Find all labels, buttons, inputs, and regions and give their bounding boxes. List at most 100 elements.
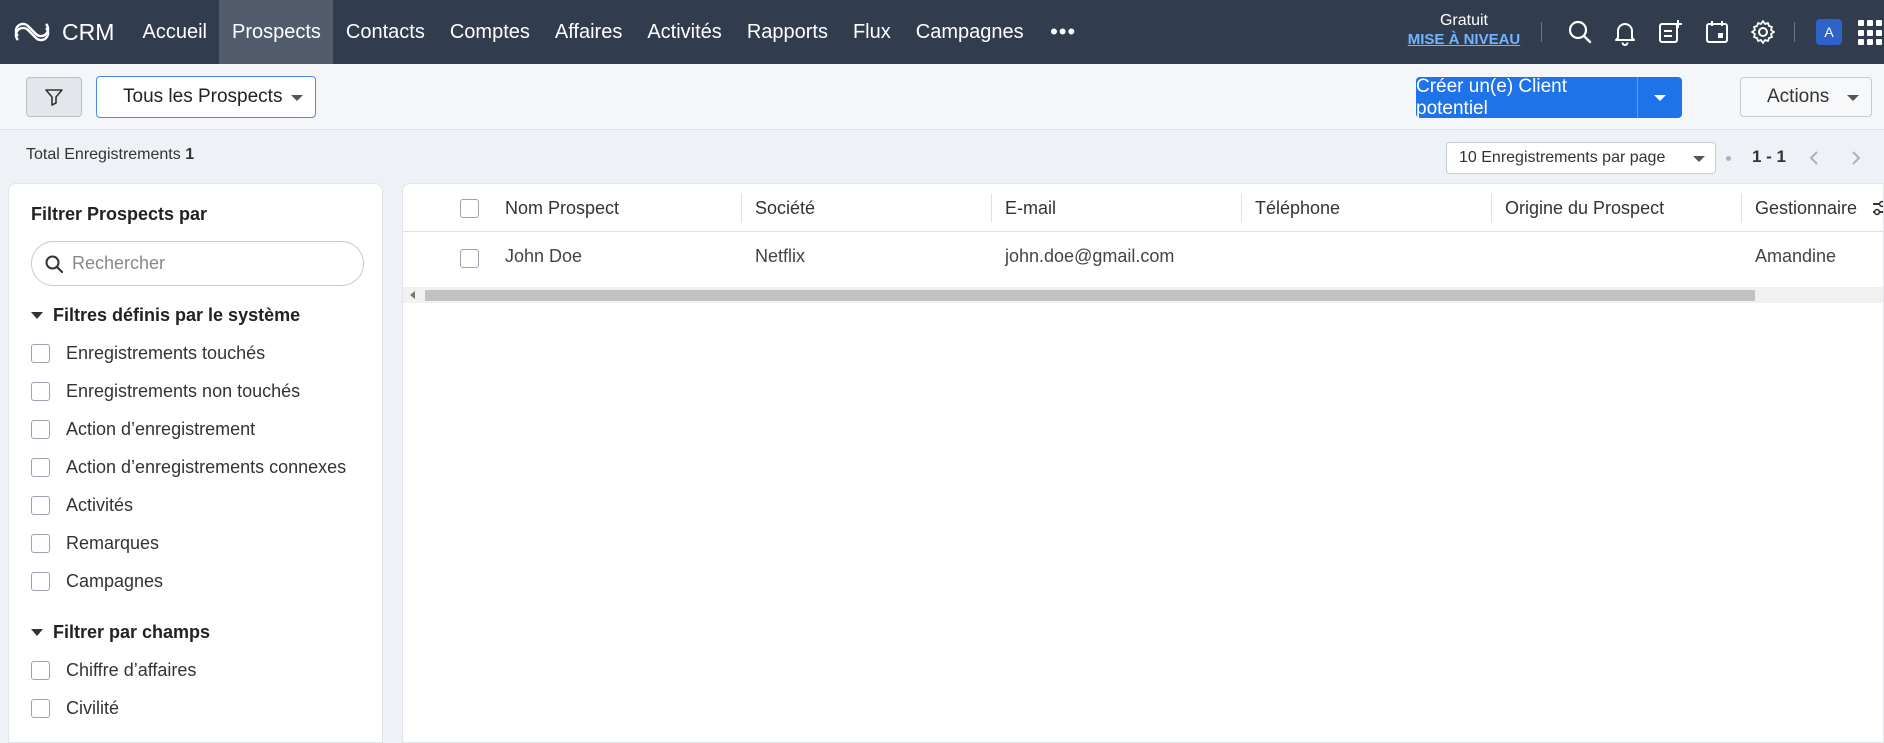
- user-avatar[interactable]: A: [1816, 19, 1842, 45]
- filter-toggle-button[interactable]: [26, 77, 82, 117]
- notification-bell-icon[interactable]: [1611, 18, 1639, 46]
- split-divider: [1637, 77, 1638, 118]
- column-header-lead-source[interactable]: Origine du Prospect: [1503, 184, 1664, 232]
- cell-company: Netflix: [755, 246, 806, 266]
- filter-item-related-records-action[interactable]: Action d’enregistrements connexes: [31, 457, 346, 478]
- search-icon: [45, 255, 64, 274]
- brand[interactable]: CRM: [0, 0, 130, 64]
- select-all-checkbox[interactable]: [460, 199, 479, 218]
- create-lead-button[interactable]: Créer un(e) Client potentiel: [1416, 75, 1682, 119]
- cell-email[interactable]: john.doe@gmail.com: [1005, 246, 1174, 267]
- checkbox[interactable]: [31, 382, 50, 401]
- column-header-email[interactable]: E-mail: [1003, 184, 1056, 232]
- collapse-triangle-icon: [31, 312, 43, 319]
- plan-label: Gratuit: [1439, 12, 1488, 29]
- nav-item-flux[interactable]: Flux: [840, 0, 903, 64]
- top-navigation-bar: CRM Accueil Prospects Contacts Comptes A…: [0, 0, 1884, 64]
- plan-info: Gratuit MISE À NIVEAU: [1400, 12, 1528, 50]
- filter-search-placeholder: Rechercher: [72, 253, 166, 273]
- checkbox[interactable]: [31, 344, 50, 363]
- column-header-phone[interactable]: Téléphone: [1253, 184, 1340, 232]
- chevron-down-icon: [291, 95, 303, 101]
- pagination-range: 1 - 1: [1752, 147, 1787, 166]
- scrollbar-thumb[interactable]: [425, 290, 1755, 301]
- filter-search-input[interactable]: Rechercher: [31, 241, 364, 286]
- column-header-owner[interactable]: Gestionnaire: [1753, 184, 1857, 232]
- actions-button[interactable]: Actions: [1740, 77, 1872, 117]
- total-records-label: Total Enregistrements: [26, 146, 181, 163]
- nav-item-affaires[interactable]: Affaires: [542, 0, 634, 64]
- checkbox[interactable]: [31, 496, 50, 515]
- filter-panel-title: Filtrer Prospects par: [31, 204, 208, 224]
- nav-item-accueil[interactable]: Accueil: [130, 0, 219, 64]
- view-selector[interactable]: Tous les Prospects: [96, 76, 316, 118]
- nav-item-campagnes[interactable]: Campagnes: [903, 0, 1036, 64]
- filter-item-salutation[interactable]: Civilité: [31, 698, 119, 719]
- filter-item-revenue[interactable]: Chiffre d’affaires: [31, 660, 196, 681]
- checkbox[interactable]: [31, 572, 50, 591]
- total-records-count: 1: [185, 146, 195, 163]
- nav-item-comptes[interactable]: Comptes: [437, 0, 542, 64]
- row-checkbox[interactable]: [460, 249, 479, 268]
- table-header: Nom Prospect Société E-mail Téléphone Or…: [403, 184, 1884, 232]
- nav-item-contacts[interactable]: Contacts: [333, 0, 437, 64]
- checkbox[interactable]: [31, 458, 50, 477]
- records-per-page-label: 10 Enregistrements par page: [1459, 149, 1666, 166]
- upgrade-link[interactable]: MISE À NIVEAU: [1400, 30, 1528, 50]
- column-divider[interactable]: [1241, 194, 1242, 222]
- column-divider[interactable]: [1741, 194, 1742, 222]
- leads-table: Nom Prospect Société E-mail Téléphone Or…: [402, 183, 1884, 743]
- next-page-icon[interactable]: [1846, 148, 1866, 168]
- system-filters-section[interactable]: Filtres définis par le système: [31, 305, 300, 326]
- chevron-down-icon: [1847, 95, 1859, 101]
- search-icon[interactable]: [1566, 18, 1594, 46]
- column-header-name[interactable]: Nom Prospect: [503, 184, 619, 232]
- filter-item-untouched[interactable]: Enregistrements non touchés: [31, 381, 300, 402]
- column-settings-icon[interactable]: [1871, 198, 1884, 218]
- settings-gear-icon[interactable]: [1749, 18, 1777, 46]
- brand-name: CRM: [62, 18, 115, 45]
- filter-item-record-action[interactable]: Action d’enregistrement: [31, 419, 255, 440]
- nav-item-rapports[interactable]: Rapports: [734, 0, 840, 64]
- column-divider[interactable]: [1491, 194, 1492, 222]
- chevron-down-icon: [1693, 156, 1705, 162]
- field-filters-title: Filtrer par champs: [53, 622, 211, 642]
- more-menu-icon[interactable]: •••: [1036, 0, 1090, 64]
- crm-logo-icon: [14, 22, 50, 42]
- cell-name[interactable]: John Doe: [505, 246, 582, 267]
- column-divider[interactable]: [991, 194, 992, 222]
- app-grid-icon[interactable]: [1858, 20, 1884, 46]
- records-per-page-select[interactable]: 10 Enregistrements par page: [1446, 142, 1716, 174]
- filter-funnel-icon: [45, 89, 63, 106]
- cell-owner: Amandine: [1755, 246, 1837, 266]
- column-header-company[interactable]: Société: [753, 184, 815, 232]
- create-lead-label: Créer un(e) Client potentiel: [1416, 75, 1567, 119]
- previous-page-icon[interactable]: [1804, 148, 1824, 168]
- filter-item-touched[interactable]: Enregistrements touchés: [31, 343, 265, 364]
- actions-label: Actions: [1767, 86, 1830, 107]
- filter-item-notes[interactable]: Remarques: [31, 533, 159, 554]
- toolbar: Tous les Prospects Créer un(e) Client po…: [0, 64, 1884, 130]
- nav-item-activites[interactable]: Activités: [635, 0, 734, 64]
- filter-item-campaigns[interactable]: Campagnes: [31, 571, 163, 592]
- create-options-dropdown-icon[interactable]: [1654, 95, 1666, 101]
- field-filters-section[interactable]: Filtrer par champs: [31, 622, 210, 643]
- filter-item-activities[interactable]: Activités: [31, 495, 133, 516]
- scroll-left-arrow-icon[interactable]: [410, 291, 415, 299]
- separator-dot: [1726, 156, 1731, 161]
- checkbox[interactable]: [31, 699, 50, 718]
- checkbox[interactable]: [31, 661, 50, 680]
- filter-panel: Filtrer Prospects par Rechercher Filtres…: [8, 183, 383, 743]
- nav-item-prospects[interactable]: Prospects: [219, 0, 334, 64]
- checkbox[interactable]: [31, 534, 50, 553]
- view-selector-label: Tous les Prospects: [123, 86, 283, 107]
- checkbox[interactable]: [31, 420, 50, 439]
- system-filters-title: Filtres définis par le système: [53, 305, 301, 325]
- nav-divider: [1794, 22, 1795, 42]
- collapse-triangle-icon: [31, 629, 43, 636]
- nav-divider: [1541, 22, 1542, 42]
- column-divider[interactable]: [741, 194, 742, 222]
- horizontal-scrollbar[interactable]: [403, 287, 1883, 303]
- add-note-icon[interactable]: [1656, 18, 1684, 46]
- calendar-icon[interactable]: [1703, 18, 1731, 46]
